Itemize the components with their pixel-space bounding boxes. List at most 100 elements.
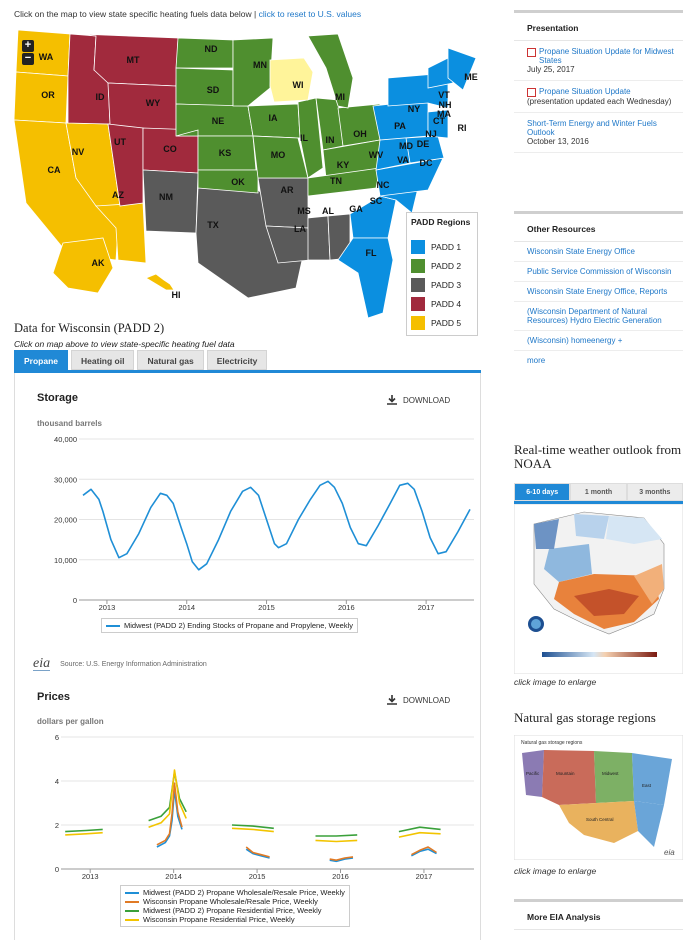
state-label-wi[interactable]: WI <box>293 80 304 90</box>
state-label-or[interactable]: OR <box>41 90 55 100</box>
state-shape[interactable] <box>232 37 274 107</box>
ng-region-label: Pacific <box>526 771 540 776</box>
state-label-ga[interactable]: GA <box>349 204 363 214</box>
state-label-ca[interactable]: CA <box>48 165 61 175</box>
legend-line-swatch <box>106 624 120 627</box>
state-label-ut[interactable]: UT <box>114 137 126 147</box>
tab-1-month[interactable]: 1 month <box>570 483 627 501</box>
state-label-hi[interactable]: HI <box>172 290 181 300</box>
chart-panel: Storage DOWNLOAD thousand barrels 0 10,00… <box>14 373 481 940</box>
resource-link[interactable]: Wisconsin State Energy Office, Reports <box>514 282 683 302</box>
state-shape[interactable] <box>175 67 234 107</box>
state-label-ks[interactable]: KS <box>219 148 232 158</box>
state-label-il[interactable]: IL <box>300 133 309 143</box>
legend-title: PADD Regions <box>411 217 471 227</box>
state-label-nv[interactable]: NV <box>72 147 85 157</box>
presentation-date: (presentation updated each Wednesday) <box>527 97 672 106</box>
y-tick-label: 10,000 <box>54 556 77 565</box>
tab-propane[interactable]: Propane <box>14 350 69 370</box>
noaa-outlook-map[interactable] <box>514 504 683 674</box>
state-label-mn[interactable]: MN <box>253 60 267 70</box>
state-label-ak[interactable]: AK <box>92 258 105 268</box>
state-label-ky[interactable]: KY <box>337 160 350 170</box>
state-label-ct[interactable]: CT <box>433 116 445 126</box>
state-label-ar[interactable]: AR <box>281 185 294 195</box>
state-shape[interactable] <box>307 33 354 109</box>
ng-region-label: Midwest <box>602 771 619 776</box>
state-label-wy[interactable]: WY <box>146 98 161 108</box>
state-label-mt[interactable]: MT <box>127 55 140 65</box>
presentation-link[interactable]: Propane Situation Update <box>539 87 631 97</box>
state-label-tn[interactable]: TN <box>330 176 342 186</box>
state-shape[interactable] <box>269 57 314 103</box>
state-label-sc[interactable]: SC <box>370 196 383 206</box>
storage-download-button[interactable]: DOWNLOAD <box>387 395 450 405</box>
state-label-va[interactable]: VA <box>397 155 409 165</box>
series-line <box>156 782 437 861</box>
resource-link[interactable]: Wisconsin State Energy Office <box>514 242 683 262</box>
state-label-in[interactable]: IN <box>326 135 335 145</box>
state-label-ne[interactable]: NE <box>212 116 225 126</box>
presentation-link[interactable]: Propane Situation Update for Midwest Sta… <box>539 47 677 65</box>
map-instructions: Click on the map to view state specific … <box>14 9 361 19</box>
state-label-ny[interactable]: NY <box>408 104 421 114</box>
legend-item-padd3: PADD 3 <box>407 275 477 294</box>
state-label-co[interactable]: CO <box>163 144 177 154</box>
ng-storage-map[interactable]: Natural gas storage regions Pacific Moun… <box>514 735 683 860</box>
state-label-ms[interactable]: MS <box>297 206 311 216</box>
y-tick-label: 4 <box>55 777 59 786</box>
state-label-al[interactable]: AL <box>322 206 334 216</box>
presentation-item[interactable]: Propane Situation Update for Midwest Sta… <box>514 41 683 81</box>
presentation-link[interactable]: Short-Term Energy and Winter Fuels Outlo… <box>527 119 677 137</box>
zoom-in-button[interactable]: + <box>22 40 34 52</box>
tab-heating-oil[interactable]: Heating oil <box>71 350 135 370</box>
state-label-id[interactable]: ID <box>96 92 106 102</box>
state-label-tx[interactable]: TX <box>207 220 219 230</box>
state-label-de[interactable]: DE <box>417 139 430 149</box>
legend-item-padd2: PADD 2 <box>407 256 477 275</box>
tab-3-months[interactable]: 3 months <box>626 483 683 501</box>
tab-6-10-days[interactable]: 6-10 days <box>514 483 571 501</box>
state-label-me[interactable]: ME <box>464 72 478 82</box>
resource-link[interactable]: Public Service Commission of Wisconsin <box>514 262 683 282</box>
x-tick-label: 2014 <box>165 872 182 881</box>
state-label-mi[interactable]: MI <box>335 92 345 102</box>
state-label-nj[interactable]: NJ <box>425 129 437 139</box>
state-label-vt[interactable]: VT <box>438 90 450 100</box>
state-label-la[interactable]: LA <box>294 224 306 234</box>
prices-download-button[interactable]: DOWNLOAD <box>387 695 450 705</box>
other-resources-box: Other Resources Wisconsin State Energy O… <box>514 211 683 425</box>
state-label-dc[interactable]: DC <box>420 158 433 168</box>
tab-natural-gas[interactable]: Natural gas <box>137 350 204 370</box>
other-resources-heading: Other Resources <box>514 214 683 242</box>
tab-electricity[interactable]: Electricity <box>206 350 268 370</box>
state-label-ok[interactable]: OK <box>231 177 245 187</box>
state-label-nm[interactable]: NM <box>159 192 173 202</box>
state-label-nc[interactable]: NC <box>377 180 390 190</box>
state-label-fl[interactable]: FL <box>366 248 377 258</box>
x-tick-label: 2013 <box>82 872 99 881</box>
presentation-item[interactable]: Propane Situation Update (presentation u… <box>514 81 683 113</box>
state-label-nd[interactable]: ND <box>205 44 218 54</box>
legend-swatch <box>411 315 425 330</box>
state-label-pa[interactable]: PA <box>394 121 406 131</box>
state-label-ri[interactable]: RI <box>458 123 467 133</box>
state-shape[interactable] <box>307 215 331 261</box>
state-label-md[interactable]: MD <box>399 141 413 151</box>
resource-link[interactable]: (Wisconsin) homeenergy + <box>514 331 683 351</box>
state-label-az[interactable]: AZ <box>112 190 124 200</box>
state-label-ia[interactable]: IA <box>269 113 279 123</box>
state-label-sd[interactable]: SD <box>207 85 220 95</box>
zoom-out-button[interactable]: − <box>22 53 34 65</box>
state-shape[interactable] <box>145 273 175 291</box>
presentation-item[interactable]: Short-Term Energy and Winter Fuels Outlo… <box>514 113 683 153</box>
state-label-wv[interactable]: WV <box>369 150 384 160</box>
state-label-oh[interactable]: OH <box>353 129 367 139</box>
state-label-mo[interactable]: MO <box>271 150 286 160</box>
more-eia-heading[interactable]: More EIA Analysis <box>514 902 683 930</box>
reset-us-link[interactable]: click to reset to U.S. values <box>259 9 362 19</box>
state-label-wa[interactable]: WA <box>39 52 54 62</box>
more-resources-link[interactable]: more <box>514 351 683 370</box>
state-shape[interactable] <box>447 47 477 91</box>
resource-link[interactable]: (Wisconsin Department of Natural Resourc… <box>514 302 683 331</box>
